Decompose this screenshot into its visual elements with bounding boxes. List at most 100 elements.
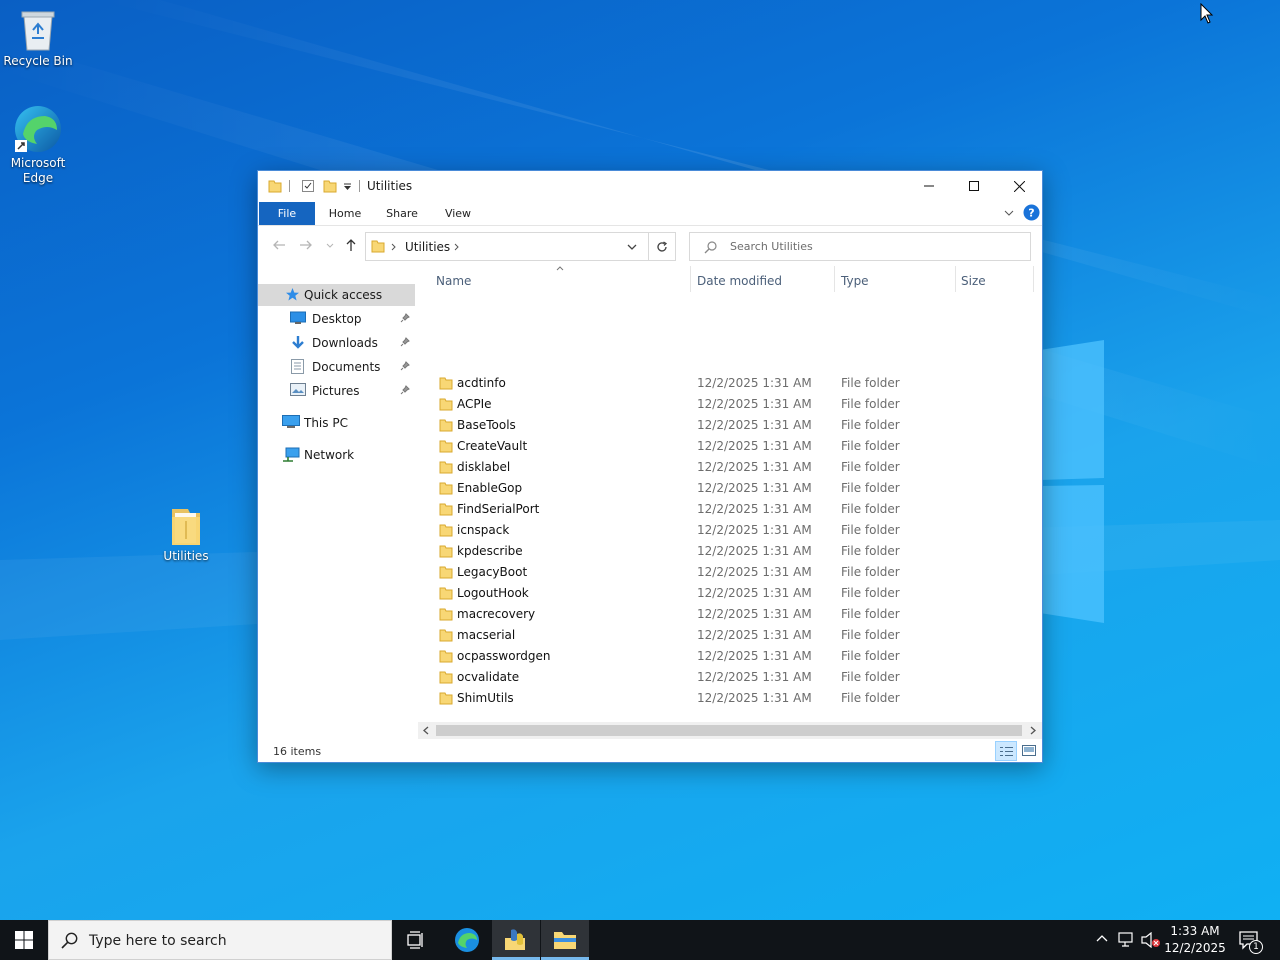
file-row[interactable]: icnspack 12/2/2025 1:31 AM File folder — [418, 520, 1038, 541]
file-row[interactable]: disklabel 12/2/2025 1:31 AM File folder — [418, 457, 1038, 478]
taskbar-search-box[interactable]: Type here to search — [48, 920, 392, 960]
nav-item-network[interactable]: Network — [258, 444, 415, 466]
taskbar-clock[interactable]: 1:33 AM 12/2/2025 — [1162, 923, 1228, 957]
pin-icon[interactable] — [400, 361, 410, 371]
column-date-modified[interactable]: Date modified — [697, 274, 782, 288]
show-hidden-icons-icon[interactable] — [1096, 934, 1108, 942]
file-name: ocpasswordgen — [457, 649, 551, 663]
pin-icon[interactable] — [400, 337, 410, 347]
file-type: File folder — [841, 502, 900, 516]
file-name: EnableGop — [457, 481, 523, 495]
properties-icon[interactable] — [301, 179, 315, 193]
start-button[interactable] — [0, 920, 48, 960]
column-separator[interactable] — [690, 266, 691, 292]
scroll-right-icon[interactable] — [1030, 726, 1036, 735]
details-view-button[interactable] — [995, 741, 1017, 761]
desktop-icon-recycle-bin[interactable]: Recycle Bin — [0, 8, 76, 69]
action-center-button[interactable]: 1 — [1235, 920, 1280, 960]
refresh-icon — [657, 240, 668, 252]
large-icons-view-button[interactable] — [1019, 741, 1039, 761]
file-row[interactable]: macrecovery 12/2/2025 1:31 AM File folder — [418, 604, 1038, 625]
file-row[interactable]: EnableGop 12/2/2025 1:31 AM File folder — [418, 478, 1038, 499]
star-icon — [286, 288, 299, 301]
taskbar-search-placeholder: Type here to search — [89, 933, 227, 949]
desktop-icon-utilities[interactable]: Utilities — [148, 503, 224, 564]
nav-item-downloads[interactable]: Downloads — [258, 332, 415, 354]
nav-item-desktop[interactable]: Desktop — [258, 308, 415, 330]
folder-icon — [371, 240, 385, 253]
new-folder-icon[interactable] — [323, 179, 337, 193]
taskbar-edge-button[interactable] — [443, 920, 491, 960]
column-separator[interactable] — [955, 266, 956, 292]
pin-icon[interactable] — [400, 385, 410, 395]
tab-home[interactable]: Home — [320, 202, 370, 225]
chevron-right-icon[interactable] — [454, 243, 460, 251]
file-row[interactable]: macserial 12/2/2025 1:31 AM File folder — [418, 625, 1038, 646]
scrollbar-thumb[interactable] — [436, 725, 1022, 736]
up-icon[interactable] — [345, 238, 357, 252]
column-separator[interactable] — [834, 266, 835, 292]
address-bar[interactable]: Utilities — [365, 232, 676, 261]
file-row[interactable]: LegacyBoot 12/2/2025 1:31 AM File folder — [418, 562, 1038, 583]
search-box[interactable]: Search Utilities — [689, 232, 1031, 261]
task-view-button[interactable] — [392, 920, 440, 960]
desktop-icon-label: Microsoft Edge — [10, 156, 66, 185]
edge-icon — [455, 928, 479, 952]
forward-icon[interactable] — [299, 239, 313, 251]
folder-icon — [439, 650, 453, 663]
window-title: Utilities — [367, 179, 413, 193]
minimize-button[interactable] — [906, 171, 952, 201]
nav-item-quick-access[interactable]: Quick access — [258, 284, 415, 306]
customize-toolbar-icon[interactable] — [343, 182, 352, 191]
file-name: ACPIe — [457, 397, 492, 411]
maximize-button[interactable] — [951, 171, 997, 201]
recent-locations-icon[interactable] — [326, 243, 334, 249]
file-row[interactable]: ACPIe 12/2/2025 1:31 AM File folder — [418, 394, 1038, 415]
file-row[interactable]: kpdescribe 12/2/2025 1:31 AM File folder — [418, 541, 1038, 562]
file-date-modified: 12/2/2025 1:31 AM — [697, 460, 812, 474]
file-row[interactable]: ocpasswordgen 12/2/2025 1:31 AM File folde… — [418, 646, 1038, 667]
file-row[interactable]: ShimUtils 12/2/2025 1:31 AM File folder — [418, 688, 1038, 709]
column-separator[interactable] — [1033, 266, 1034, 292]
folder-icon — [439, 671, 453, 684]
nav-item-this-pc[interactable]: This PC — [258, 412, 415, 434]
close-button[interactable] — [996, 171, 1042, 201]
scroll-left-icon[interactable] — [423, 726, 429, 735]
volume-muted-icon[interactable] — [1141, 932, 1161, 948]
file-date-modified: 12/2/2025 1:31 AM — [697, 565, 812, 579]
expand-ribbon-icon[interactable] — [1004, 209, 1014, 217]
taskbar-file-explorer-button[interactable] — [541, 920, 589, 960]
folder-icon — [439, 482, 453, 495]
taskbar: Type here to search 1:33 AM 12/2/2025 1 — [0, 920, 1280, 960]
file-type: File folder — [841, 691, 900, 705]
file-name: acdtinfo — [457, 376, 506, 390]
file-row[interactable]: ocvalidate 12/2/2025 1:31 AM File folder — [418, 667, 1038, 688]
column-size[interactable]: Size — [961, 274, 986, 288]
nav-item-documents[interactable]: Documents — [258, 356, 415, 378]
file-row[interactable]: CreateVault 12/2/2025 1:31 AM File folder — [418, 436, 1038, 457]
file-row[interactable]: FindSerialPort 12/2/2025 1:31 AM File fold… — [418, 499, 1038, 520]
taskbar-app-button[interactable] — [492, 920, 540, 960]
file-row[interactable]: acdtinfo 12/2/2025 1:31 AM File folder — [418, 373, 1038, 394]
file-name: LogoutHook — [457, 586, 529, 600]
address-history-icon[interactable] — [627, 244, 637, 251]
refresh-button[interactable] — [648, 232, 676, 261]
desktop-icon-edge[interactable]: Microsoft Edge — [0, 104, 76, 186]
file-row[interactable]: LogoutHook 12/2/2025 1:31 AM File folder — [418, 583, 1038, 604]
breadcrumb-utilities[interactable]: Utilities — [405, 240, 450, 254]
file-date-modified: 12/2/2025 1:31 AM — [697, 544, 812, 558]
pin-icon[interactable] — [400, 313, 410, 323]
tab-share[interactable]: Share — [377, 202, 427, 225]
back-icon[interactable] — [272, 239, 286, 251]
help-icon[interactable]: ? — [1023, 204, 1040, 221]
nav-label: Desktop — [312, 312, 362, 326]
column-type[interactable]: Type — [841, 274, 869, 288]
horizontal-scrollbar[interactable] — [418, 722, 1042, 739]
file-name: ocvalidate — [457, 670, 520, 684]
column-name[interactable]: Name — [436, 274, 471, 288]
tab-file[interactable]: File — [259, 202, 315, 225]
nav-item-pictures[interactable]: Pictures — [258, 380, 415, 402]
network-status-icon[interactable] — [1118, 932, 1136, 948]
file-row[interactable]: BaseTools 12/2/2025 1:31 AM File folder — [418, 415, 1038, 436]
tab-view[interactable]: View — [433, 202, 483, 225]
